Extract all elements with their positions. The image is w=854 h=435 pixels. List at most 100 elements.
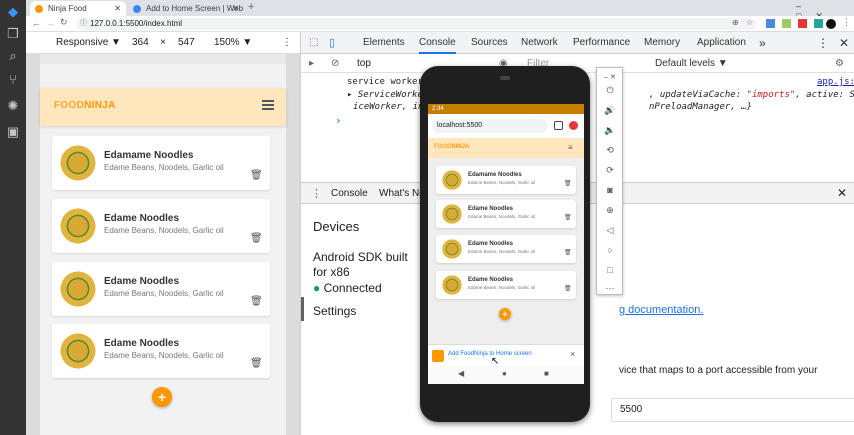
brand-ninja: NINJA <box>451 144 470 150</box>
source-link[interactable]: app.js:3 <box>817 77 854 87</box>
recipe-title: Edame Noodles <box>468 277 514 283</box>
tab-console[interactable]: Console <box>419 32 456 54</box>
port-input[interactable]: 5500 <box>611 398 854 422</box>
recents-nav-icon[interactable]: ■ <box>544 369 549 378</box>
close-tab-icon[interactable]: ✕ <box>232 1 239 16</box>
device-toggle-icon[interactable]: ▯ <box>329 36 335 49</box>
debug-icon[interactable]: ✺ <box>5 98 21 114</box>
emulator-controls: – ✕ ⏻ 🔊 🔉 ⟲ ⟳ ◙ ⊕ ◁ ○ □ ⋯ <box>596 67 623 295</box>
console-settings-icon[interactable]: ⚙ <box>835 55 844 73</box>
home-icon[interactable]: ○ <box>604 244 616 256</box>
delete-icon[interactable]: 🗑 <box>250 296 263 307</box>
delete-icon[interactable]: 🗑 <box>250 233 263 244</box>
clear-console-icon[interactable]: ⊘ <box>331 55 339 73</box>
volume-up-icon[interactable]: 🔊 <box>604 104 616 116</box>
add-recipe-button[interactable]: + <box>152 387 172 407</box>
camera-icon[interactable]: ◙ <box>604 184 616 196</box>
banner-close-button[interactable]: × <box>570 349 575 359</box>
forward-icon[interactable]: → <box>46 18 55 28</box>
tab-sources[interactable]: Sources <box>471 32 508 54</box>
mobile-hamburger-icon[interactable]: ≡ <box>568 143 573 152</box>
app-page: FOODNINJA Edamame Noodles Edame Beans, N… <box>40 64 286 435</box>
delete-icon[interactable]: 🗑 <box>250 170 263 181</box>
minimize-close-icons[interactable]: – ✕ <box>604 72 616 84</box>
mobile-menu-icon[interactable] <box>569 121 578 130</box>
mobile-url-bar[interactable]: localhost:5500 <box>432 119 548 133</box>
zoom-select[interactable]: 150% ▼ <box>214 32 252 54</box>
inspect-icon[interactable]: ⬚ <box>309 37 318 48</box>
more-tabs-button[interactable]: » <box>759 32 766 54</box>
delete-icon[interactable]: 🗑 <box>564 214 572 221</box>
search-icon[interactable]: ⌕ <box>5 48 21 64</box>
device-select[interactable]: Responsive ▼ <box>56 32 121 54</box>
zoom-icon[interactable]: ⊕ <box>732 18 739 27</box>
status-text: Connected <box>323 281 382 295</box>
rotate-left-icon[interactable]: ⟲ <box>604 144 616 156</box>
add-to-home-banner[interactable]: Add FoodNinja to Home screen × <box>428 344 584 366</box>
drawer-menu-icon[interactable]: ⋮ <box>311 187 322 200</box>
context-select[interactable]: top <box>357 55 371 73</box>
log-levels-select[interactable]: Default levels ▼ <box>655 55 728 73</box>
delete-icon[interactable]: 🗑 <box>564 285 572 292</box>
tab-performance[interactable]: Performance <box>573 32 630 54</box>
devtools-menu-icon[interactable]: ⋮ <box>817 32 829 54</box>
zoom-icon[interactable]: ⊕ <box>604 204 616 216</box>
back-icon[interactable]: ← <box>32 18 41 28</box>
mobile-add-button[interactable]: + <box>499 308 511 320</box>
extension-icon[interactable] <box>766 19 775 28</box>
tab-network[interactable]: Network <box>521 32 558 54</box>
tabs-count-icon[interactable] <box>554 121 563 130</box>
delete-icon[interactable]: 🗑 <box>250 358 263 369</box>
reload-icon[interactable]: ↻ <box>60 17 68 28</box>
brand-logo[interactable]: FOODNINJA <box>54 100 116 111</box>
console-prompt[interactable]: › <box>335 114 342 127</box>
more-icon[interactable]: ⋯ <box>604 282 616 294</box>
device-status: ● Connected <box>313 281 382 295</box>
volume-down-icon[interactable]: 🔉 <box>604 124 616 136</box>
height-input[interactable]: 547 <box>178 32 195 54</box>
recipe-ingredients: Edame Beans, Noodels, Garlic oil <box>468 285 536 290</box>
back-icon[interactable]: ◁ <box>604 224 616 236</box>
pdf-extension-icon[interactable] <box>798 19 807 28</box>
tab-elements[interactable]: Elements <box>363 32 405 54</box>
recipe-ingredients: Edame Beans, Noodels, Garlic oil <box>104 289 224 298</box>
new-tab-button[interactable]: + <box>248 1 254 13</box>
explorer-icon[interactable]: ❐ <box>5 26 21 42</box>
extensions-icon[interactable]: ▣ <box>5 124 21 140</box>
profile-avatar[interactable] <box>826 19 836 29</box>
drawer-tab-whats-new[interactable]: What's Ne <box>379 188 425 199</box>
tab-memory[interactable]: Memory <box>644 32 680 54</box>
delete-icon[interactable]: 🗑 <box>564 249 572 256</box>
tab-ninja-food[interactable]: Ninja Food ✕ <box>30 1 126 16</box>
close-devtools-icon[interactable]: ✕ <box>839 32 849 54</box>
documentation-link[interactable]: g documentation. <box>619 304 703 316</box>
device-more-icon[interactable]: ⋮ <box>282 32 292 54</box>
home-nav-icon[interactable]: ● <box>502 369 507 378</box>
bookmark-star-icon[interactable]: ☆ <box>746 18 753 27</box>
banner-text[interactable]: Add FoodNinja to Home screen <box>448 351 532 357</box>
settings-item[interactable]: Settings <box>313 304 356 318</box>
extension-icon[interactable] <box>814 19 823 28</box>
overview-icon[interactable]: □ <box>604 264 616 276</box>
width-input[interactable]: 364 <box>132 32 149 54</box>
rotate-right-icon[interactable]: ⟳ <box>604 164 616 176</box>
mobile-brand-logo[interactable]: FOODNINJA <box>434 144 469 150</box>
device-name[interactable]: Android SDK built <box>313 250 408 264</box>
close-drawer-icon[interactable]: ✕ <box>837 186 847 200</box>
context-label: top <box>357 58 371 69</box>
port-value: 5500 <box>620 404 643 415</box>
drawer-tab-console[interactable]: Console <box>331 188 368 199</box>
source-control-icon[interactable]: ⑂ <box>5 72 21 88</box>
devices-heading: Devices <box>313 219 360 234</box>
extension-icon[interactable] <box>782 19 791 28</box>
menu-kebab-icon[interactable]: ⋮ <box>842 17 851 28</box>
power-icon[interactable]: ⏻ <box>604 84 616 96</box>
hamburger-menu-icon[interactable] <box>262 100 274 110</box>
tab-application[interactable]: Application <box>697 32 746 54</box>
address-bar[interactable]: ⓘ 127.0.0.1:5500/index.html <box>76 18 756 30</box>
tab-add-to-home-screen[interactable]: Add to Home Screen | Web Fu... ✕ <box>128 1 244 16</box>
back-nav-icon[interactable]: ◀ <box>458 369 464 378</box>
delete-icon[interactable]: 🗑 <box>564 180 572 187</box>
close-tab-icon[interactable]: ✕ <box>114 1 121 16</box>
sidebar-toggle-icon[interactable]: ▸ <box>309 55 314 73</box>
